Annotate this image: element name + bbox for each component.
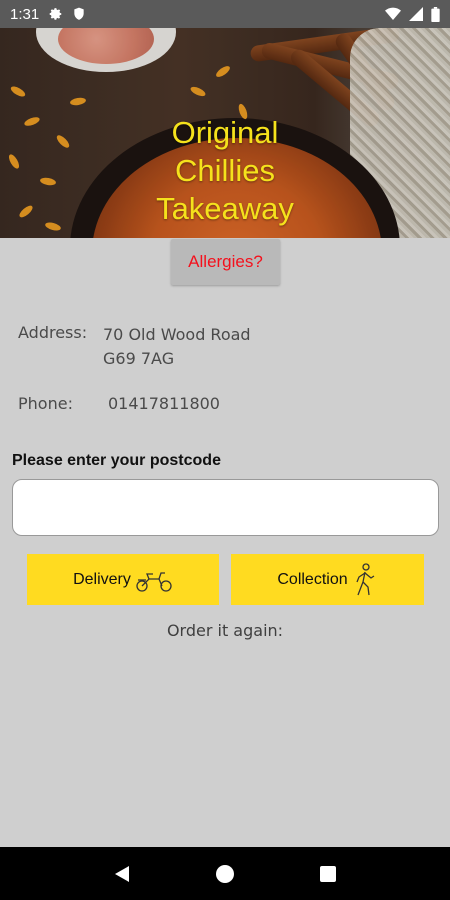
- delivery-label: Delivery: [73, 570, 131, 588]
- order-again-label: Order it again:: [166, 621, 284, 640]
- scooter-icon: [135, 567, 173, 593]
- phone-label: Phone:: [18, 394, 73, 413]
- home-icon[interactable]: [205, 854, 245, 894]
- battery-icon: [431, 6, 440, 22]
- signal-icon: [409, 7, 423, 21]
- delivery-button[interactable]: Delivery: [27, 554, 219, 605]
- shield-icon: [73, 7, 85, 21]
- recents-icon[interactable]: [308, 854, 348, 894]
- address-line-2: G69 7AG: [103, 349, 175, 368]
- address-label: Address:: [18, 323, 88, 342]
- status-time: 1:31: [10, 5, 40, 23]
- title-line-3: Takeaway: [156, 191, 294, 226]
- header-banner: Original Chillies Takeaway: [0, 28, 450, 238]
- postcode-label: Please enter your postcode: [12, 452, 221, 469]
- gear-icon: [49, 7, 63, 21]
- collection-button[interactable]: Collection: [231, 554, 424, 605]
- collection-label: Collection: [277, 570, 348, 588]
- navigation-bar: [0, 847, 450, 900]
- walking-person-icon: [352, 562, 378, 597]
- title-line-2: Chillies: [175, 153, 275, 188]
- allergies-button[interactable]: Allergies?: [171, 239, 280, 285]
- back-icon[interactable]: [102, 854, 142, 894]
- wifi-icon: [385, 7, 401, 21]
- restaurant-title: Original Chillies Takeaway: [0, 114, 450, 228]
- postcode-input[interactable]: [12, 479, 439, 536]
- address-line-1: 70 Old Wood Road: [103, 325, 251, 344]
- phone-value[interactable]: 01417811800: [108, 394, 220, 413]
- title-line-1: Original: [171, 115, 279, 150]
- address-value: 70 Old Wood Road G69 7AG: [103, 323, 251, 371]
- status-bar: 1:31: [0, 0, 450, 28]
